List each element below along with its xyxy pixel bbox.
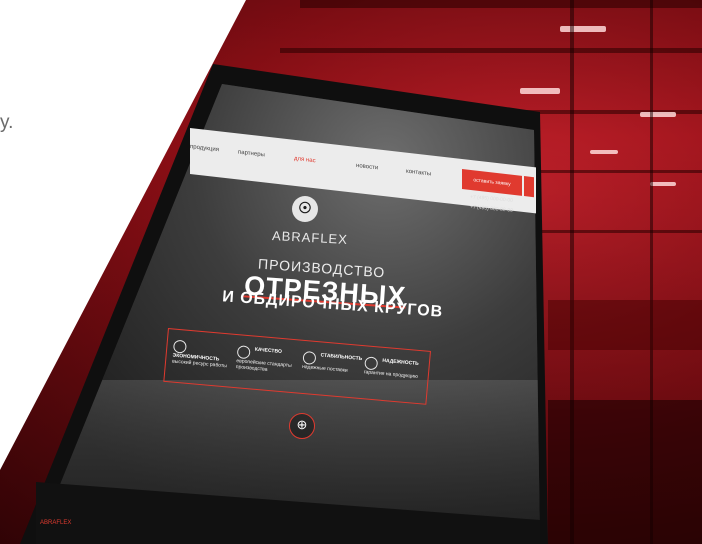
feature-reliability: НАДЕЖНОСТЬ гарантия на продукцию (364, 356, 427, 381)
nav-item-products[interactable]: продукция (190, 144, 219, 153)
feature-desc: надежные поставки (301, 363, 348, 374)
nav-item-news[interactable]: новости (356, 163, 378, 172)
gear-icon (236, 345, 251, 360)
economy-icon (172, 339, 187, 354)
feature-economy: ЭКОНОМИЧНОСТЬ высокий ресурс работы (172, 339, 236, 371)
side-text-fragment: у. (0, 112, 14, 133)
request-button[interactable]: оставить заявку (462, 168, 522, 196)
menu-icon[interactable] (524, 176, 534, 198)
footer-brand: ABRAFLEX (40, 520, 72, 526)
nav-item-partners[interactable]: партнеры (238, 149, 265, 158)
scroll-down-button[interactable]: ⊕ (289, 413, 315, 439)
logo-icon: ☉ (292, 196, 318, 222)
feature-desc: гарантия на продукцию (363, 369, 419, 380)
feature-title: КАЧЕСТВО (254, 346, 283, 355)
feature-quality: КАЧЕСТВО европейские стандарты производс… (236, 345, 300, 376)
feature-title: СТАБИЛЬНОСТЬ (320, 352, 363, 363)
nav-item-contacts[interactable]: контакты (406, 169, 431, 178)
feature-title: НАДЕЖНОСТЬ (382, 357, 419, 367)
bulb-icon (302, 350, 317, 365)
feature-stability: СТАБИЛЬНОСТЬ надежные поставки (301, 350, 365, 376)
thumbs-up-icon (364, 356, 379, 371)
nav-item-for-us[interactable]: для нас (294, 156, 316, 164)
feature-desc: европейские стандарты производства (235, 358, 292, 374)
